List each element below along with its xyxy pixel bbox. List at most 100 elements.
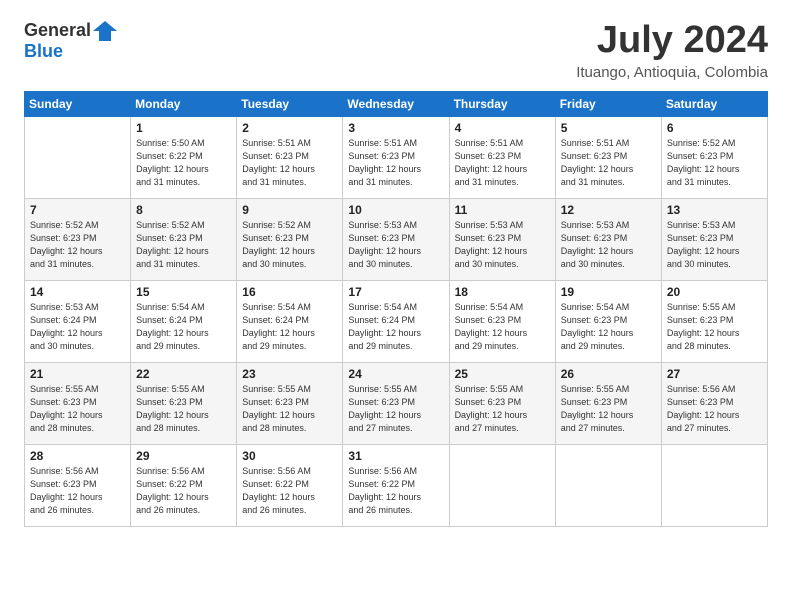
weekday-header-friday: Friday <box>555 91 661 116</box>
calendar-cell: 15Sunrise: 5:54 AM Sunset: 6:24 PM Dayli… <box>131 280 237 362</box>
calendar-cell: 17 Sunrise: 5:54 AM Sunset: 6:24 PM Dayli… <box>343 280 449 362</box>
day-info: Sunrise: 5:56 AM Sunset: 6:22 PM Dayligh… <box>348 465 443 517</box>
weekday-header-sunday: Sunday <box>25 91 131 116</box>
calendar-cell: 26 Sunrise: 5:55 AM Sunset: 6:23 PM Dayli… <box>555 362 661 444</box>
day-number: 9 <box>242 203 337 217</box>
day-number: 14 <box>30 285 125 299</box>
day-number: 20 <box>667 285 762 299</box>
day-info: Sunrise: 5:53 AM Sunset: 6:23 PM Dayligh… <box>667 219 762 271</box>
calendar-cell: 8Sunrise: 5:52 AM Sunset: 6:23 PM Daylig… <box>131 198 237 280</box>
day-info: Sunrise: 5:56 AM Sunset: 6:22 PM Dayligh… <box>242 465 337 517</box>
day-number: 18 <box>455 285 550 299</box>
day-info: Sunrise: 5:55 AM Sunset: 6:23 PM Dayligh… <box>667 301 762 353</box>
calendar-cell: 6 Sunrise: 5:52 AM Sunset: 6:23 PM Daylig… <box>661 116 767 198</box>
day-number: 12 <box>561 203 656 217</box>
calendar-cell: 12 Sunrise: 5:53 AM Sunset: 6:23 PM Dayli… <box>555 198 661 280</box>
calendar-cell: 29 Sunrise: 5:56 AM Sunset: 6:22 PM Dayli… <box>131 444 237 526</box>
calendar-cell: 3Sunrise: 5:51 AM Sunset: 6:23 PM Daylig… <box>343 116 449 198</box>
day-info: Sunrise: 5:52 AM Sunset: 6:23 PM Dayligh… <box>136 219 231 271</box>
day-number: 24 <box>348 367 443 381</box>
day-info: Sunrise: 5:53 AM Sunset: 6:23 PM Dayligh… <box>348 219 443 271</box>
calendar-table: SundayMondayTuesdayWednesdayThursdayFrid… <box>24 91 768 527</box>
calendar-cell <box>661 444 767 526</box>
calendar-week-1: 7 Sunrise: 5:52 AM Sunset: 6:23 PM Daylig… <box>25 198 768 280</box>
header: General Blue July 2024 Ituango, Antioqui… <box>24 20 768 81</box>
logo: General Blue <box>24 20 117 62</box>
day-number: 23 <box>242 367 337 381</box>
calendar-cell: 9Sunrise: 5:52 AM Sunset: 6:23 PM Daylig… <box>237 198 343 280</box>
day-number: 16 <box>242 285 337 299</box>
day-number: 26 <box>561 367 656 381</box>
day-number: 31 <box>348 449 443 463</box>
title-area: July 2024 Ituango, Antioquia, Colombia <box>576 20 768 81</box>
calendar-week-2: 14 Sunrise: 5:53 AM Sunset: 6:24 PM Dayli… <box>25 280 768 362</box>
day-number: 21 <box>30 367 125 381</box>
day-number: 2 <box>242 121 337 135</box>
day-number: 29 <box>136 449 231 463</box>
calendar-cell: 13Sunrise: 5:53 AM Sunset: 6:23 PM Dayli… <box>661 198 767 280</box>
calendar-cell: 19 Sunrise: 5:54 AM Sunset: 6:23 PM Dayli… <box>555 280 661 362</box>
calendar-cell: 4 Sunrise: 5:51 AM Sunset: 6:23 PM Daylig… <box>449 116 555 198</box>
calendar-cell: 21 Sunrise: 5:55 AM Sunset: 6:23 PM Dayli… <box>25 362 131 444</box>
calendar-cell <box>555 444 661 526</box>
day-info: Sunrise: 5:54 AM Sunset: 6:24 PM Dayligh… <box>348 301 443 353</box>
day-info: Sunrise: 5:56 AM Sunset: 6:22 PM Dayligh… <box>136 465 231 517</box>
day-info: Sunrise: 5:55 AM Sunset: 6:23 PM Dayligh… <box>348 383 443 435</box>
day-info: Sunrise: 5:56 AM Sunset: 6:23 PM Dayligh… <box>30 465 125 517</box>
calendar-cell: 22 Sunrise: 5:55 AM Sunset: 6:23 PM Dayli… <box>131 362 237 444</box>
day-info: Sunrise: 5:54 AM Sunset: 6:24 PM Dayligh… <box>136 301 231 353</box>
logo-blue-text: Blue <box>24 41 63 62</box>
location: Ituango, Antioquia, Colombia <box>576 64 768 81</box>
day-info: Sunrise: 5:53 AM Sunset: 6:24 PM Dayligh… <box>30 301 125 353</box>
day-info: Sunrise: 5:53 AM Sunset: 6:23 PM Dayligh… <box>455 219 550 271</box>
day-number: 17 <box>348 285 443 299</box>
day-info: Sunrise: 5:55 AM Sunset: 6:23 PM Dayligh… <box>455 383 550 435</box>
day-number: 19 <box>561 285 656 299</box>
day-number: 22 <box>136 367 231 381</box>
day-info: Sunrise: 5:54 AM Sunset: 6:23 PM Dayligh… <box>561 301 656 353</box>
day-number: 25 <box>455 367 550 381</box>
calendar-cell: 16Sunrise: 5:54 AM Sunset: 6:24 PM Dayli… <box>237 280 343 362</box>
day-number: 4 <box>455 121 550 135</box>
calendar-cell: 7 Sunrise: 5:52 AM Sunset: 6:23 PM Daylig… <box>25 198 131 280</box>
day-number: 5 <box>561 121 656 135</box>
day-info: Sunrise: 5:51 AM Sunset: 6:23 PM Dayligh… <box>561 137 656 189</box>
day-info: Sunrise: 5:55 AM Sunset: 6:23 PM Dayligh… <box>30 383 125 435</box>
day-info: Sunrise: 5:55 AM Sunset: 6:23 PM Dayligh… <box>136 383 231 435</box>
month-year: July 2024 <box>576 20 768 62</box>
logo-general-text: General <box>24 20 91 41</box>
day-number: 3 <box>348 121 443 135</box>
calendar-cell: 18Sunrise: 5:54 AM Sunset: 6:23 PM Dayli… <box>449 280 555 362</box>
calendar-cell: 1Sunrise: 5:50 AM Sunset: 6:22 PM Daylig… <box>131 116 237 198</box>
calendar-cell: 20 Sunrise: 5:55 AM Sunset: 6:23 PM Dayli… <box>661 280 767 362</box>
day-info: Sunrise: 5:55 AM Sunset: 6:23 PM Dayligh… <box>561 383 656 435</box>
calendar-cell: 27Sunrise: 5:56 AM Sunset: 6:23 PM Dayli… <box>661 362 767 444</box>
day-info: Sunrise: 5:51 AM Sunset: 6:23 PM Dayligh… <box>242 137 337 189</box>
day-number: 6 <box>667 121 762 135</box>
day-number: 10 <box>348 203 443 217</box>
calendar-cell: 31 Sunrise: 5:56 AM Sunset: 6:22 PM Dayli… <box>343 444 449 526</box>
calendar-cell <box>25 116 131 198</box>
day-number: 28 <box>30 449 125 463</box>
weekday-header-tuesday: Tuesday <box>237 91 343 116</box>
weekday-header-row: SundayMondayTuesdayWednesdayThursdayFrid… <box>25 91 768 116</box>
calendar-week-3: 21 Sunrise: 5:55 AM Sunset: 6:23 PM Dayli… <box>25 362 768 444</box>
day-info: Sunrise: 5:55 AM Sunset: 6:23 PM Dayligh… <box>242 383 337 435</box>
calendar-cell: 25 Sunrise: 5:55 AM Sunset: 6:23 PM Dayli… <box>449 362 555 444</box>
day-info: Sunrise: 5:52 AM Sunset: 6:23 PM Dayligh… <box>30 219 125 271</box>
day-number: 27 <box>667 367 762 381</box>
day-number: 30 <box>242 449 337 463</box>
calendar-cell: 11 Sunrise: 5:53 AM Sunset: 6:23 PM Dayli… <box>449 198 555 280</box>
page: General Blue July 2024 Ituango, Antioqui… <box>0 0 792 612</box>
weekday-header-monday: Monday <box>131 91 237 116</box>
calendar-cell: 28 Sunrise: 5:56 AM Sunset: 6:23 PM Dayli… <box>25 444 131 526</box>
logo-icon <box>93 21 117 41</box>
day-number: 11 <box>455 203 550 217</box>
day-info: Sunrise: 5:53 AM Sunset: 6:23 PM Dayligh… <box>561 219 656 271</box>
day-number: 7 <box>30 203 125 217</box>
day-info: Sunrise: 5:52 AM Sunset: 6:23 PM Dayligh… <box>667 137 762 189</box>
weekday-header-thursday: Thursday <box>449 91 555 116</box>
day-number: 1 <box>136 121 231 135</box>
day-info: Sunrise: 5:51 AM Sunset: 6:23 PM Dayligh… <box>455 137 550 189</box>
weekday-header-saturday: Saturday <box>661 91 767 116</box>
